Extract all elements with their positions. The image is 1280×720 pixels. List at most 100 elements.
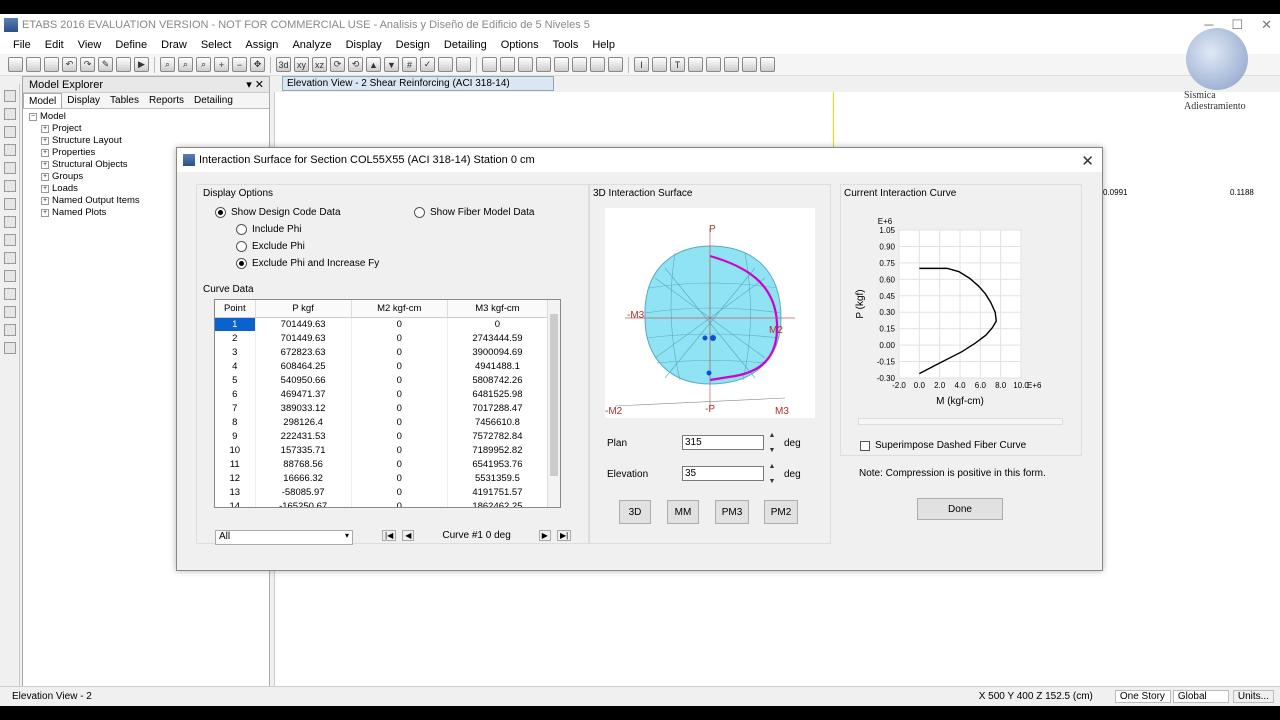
plan-view-icon[interactable]: xy bbox=[294, 57, 309, 72]
explorer-close-icon[interactable]: ▾ ✕ bbox=[246, 78, 264, 91]
zoom-in-icon[interactable]: + bbox=[214, 57, 229, 72]
menu-display[interactable]: Display bbox=[339, 39, 389, 51]
expand-icon[interactable]: + bbox=[41, 137, 49, 145]
close-icon[interactable]: ✕ bbox=[1261, 17, 1272, 33]
view-3d-button[interactable]: 3D bbox=[619, 500, 651, 524]
menu-view[interactable]: View bbox=[71, 39, 109, 51]
draw-brace-icon[interactable] bbox=[4, 198, 16, 210]
tab-display[interactable]: Display bbox=[62, 93, 105, 108]
story-select[interactable]: One Story bbox=[1114, 690, 1171, 703]
spin-down-icon[interactable]: ▼ bbox=[769, 478, 776, 485]
curve-data-table[interactable]: Point P kgf M2 kgf-cm M3 kgf-cm 1 701449.… bbox=[214, 299, 561, 508]
tee-icon[interactable]: T bbox=[670, 57, 685, 72]
brace-icon[interactable] bbox=[500, 57, 515, 72]
view-mm-button[interactable]: MM bbox=[667, 500, 699, 524]
expand-icon[interactable]: + bbox=[41, 161, 49, 169]
table-row[interactable]: 10 157335.71 0 7189952.82 bbox=[215, 443, 549, 457]
brush-icon[interactable] bbox=[742, 57, 757, 72]
menu-file[interactable]: File bbox=[6, 39, 38, 51]
tab-detailing[interactable]: Detailing bbox=[189, 93, 238, 108]
slab-icon[interactable] bbox=[536, 57, 551, 72]
mesh-icon[interactable] bbox=[608, 57, 623, 72]
expand-icon[interactable]: + bbox=[41, 125, 49, 133]
menu-edit[interactable]: Edit bbox=[38, 39, 71, 51]
zoom-window-icon[interactable]: ⌕ bbox=[160, 57, 175, 72]
tree-root[interactable]: − Model bbox=[29, 111, 263, 123]
table-row[interactable]: 2 701449.63 0 2743444.59 bbox=[215, 331, 549, 345]
collapse-icon[interactable]: − bbox=[29, 113, 37, 121]
frame-icon[interactable] bbox=[482, 57, 497, 72]
elev-view-icon[interactable]: xz bbox=[312, 57, 327, 72]
draw-beam-icon[interactable] bbox=[4, 180, 16, 192]
section-i-icon[interactable]: I bbox=[634, 57, 649, 72]
table-row[interactable]: 11 88768.56 0 6541953.76 bbox=[215, 457, 549, 471]
rotate-icon[interactable]: ⟳ bbox=[330, 57, 345, 72]
last-curve-icon[interactable]: ▶| bbox=[556, 530, 572, 541]
table-row[interactable]: 5 540950.66 0 5808742.26 bbox=[215, 373, 549, 387]
table-row[interactable]: 8 298126.4 0 7456610.8 bbox=[215, 415, 549, 429]
draw-tendon-icon[interactable] bbox=[4, 288, 16, 300]
done-button[interactable]: Done bbox=[917, 498, 1003, 520]
menu-define[interactable]: Define bbox=[108, 39, 154, 51]
new-icon[interactable] bbox=[8, 57, 23, 72]
scroll-thumb[interactable] bbox=[550, 314, 558, 476]
next-curve-icon[interactable]: ▶ bbox=[538, 530, 551, 541]
exclude-phi-radio[interactable]: Exclude Phi bbox=[236, 241, 305, 252]
menu-draw[interactable]: Draw bbox=[154, 39, 194, 51]
pointer-icon[interactable] bbox=[4, 90, 16, 102]
superimpose-checkbox[interactable]: Superimpose Dashed Fiber Curve bbox=[860, 440, 1026, 451]
expand-icon[interactable]: + bbox=[41, 209, 49, 217]
curve-filter-select[interactable]: All ▾ bbox=[215, 530, 353, 545]
down-icon[interactable]: ▼ bbox=[384, 57, 399, 72]
coord-system-select[interactable]: Global bbox=[1172, 690, 1229, 703]
grid2-icon[interactable] bbox=[760, 57, 775, 72]
maximize-icon[interactable]: ☐ bbox=[1231, 17, 1243, 33]
menu-options[interactable]: Options bbox=[494, 39, 546, 51]
rotate2-icon[interactable]: ⟲ bbox=[348, 57, 363, 72]
spin-up-icon[interactable]: ▲ bbox=[769, 463, 776, 470]
units-button[interactable]: Units... bbox=[1232, 690, 1274, 703]
plan-input[interactable]: 315 bbox=[682, 435, 764, 450]
expand-icon[interactable]: + bbox=[41, 185, 49, 193]
plan-spinner[interactable]: ▲ ▼ bbox=[767, 432, 777, 454]
tree-item-project[interactable]: + Project bbox=[29, 123, 263, 135]
first-curve-icon[interactable]: |◀ bbox=[382, 530, 397, 541]
spin-down-icon[interactable]: ▼ bbox=[769, 447, 776, 454]
exclude-phi-fy-radio[interactable]: Exclude Phi and Increase Fy bbox=[236, 258, 379, 269]
elevation-input[interactable]: 35 bbox=[682, 466, 764, 481]
draw-column-icon[interactable] bbox=[4, 162, 16, 174]
reshape-icon[interactable] bbox=[4, 108, 16, 120]
zoom-rubber-icon[interactable]: ⌕ bbox=[178, 57, 193, 72]
tab-model[interactable]: Model bbox=[23, 93, 63, 108]
menu-select[interactable]: Select bbox=[194, 39, 239, 51]
expand-icon[interactable]: + bbox=[41, 173, 49, 181]
table-scrollbar[interactable] bbox=[547, 300, 560, 507]
open-icon[interactable] bbox=[26, 57, 41, 72]
draw-grid-icon[interactable] bbox=[4, 324, 16, 336]
table-row[interactable]: 3 672823.63 0 3900094.69 bbox=[215, 345, 549, 359]
snap-icon[interactable] bbox=[4, 342, 16, 354]
run-icon[interactable]: ▶ bbox=[134, 57, 149, 72]
view-pm3-button[interactable]: PM3 bbox=[715, 500, 749, 524]
table-row[interactable]: 4 608464.25 0 4941488.1 bbox=[215, 359, 549, 373]
menu-design[interactable]: Design bbox=[389, 39, 437, 51]
pan-icon[interactable]: ✥ bbox=[250, 57, 265, 72]
expand-icon[interactable]: + bbox=[41, 149, 49, 157]
dialog-close-icon[interactable]: ✕ bbox=[1081, 152, 1094, 170]
grid-icon[interactable]: # bbox=[402, 57, 417, 72]
up-icon[interactable]: ▲ bbox=[366, 57, 381, 72]
table-row[interactable]: 12 16666.32 0 5531359.5 bbox=[215, 471, 549, 485]
elevation-spinner[interactable]: ▲ ▼ bbox=[767, 463, 777, 485]
draw-wall-icon[interactable] bbox=[4, 234, 16, 246]
load-icon[interactable] bbox=[590, 57, 605, 72]
draw-link-icon[interactable] bbox=[4, 270, 16, 282]
table-row[interactable]: 6 469471.37 0 6481525.98 bbox=[215, 387, 549, 401]
menu-help[interactable]: Help bbox=[585, 39, 622, 51]
draw-floor-icon[interactable] bbox=[4, 216, 16, 228]
draw-point-icon[interactable] bbox=[4, 126, 16, 138]
show-design-code-radio[interactable]: Show Design Code Data bbox=[215, 207, 341, 218]
hatch-icon[interactable] bbox=[706, 57, 721, 72]
draw-frame-icon[interactable] bbox=[4, 144, 16, 156]
tab-tables[interactable]: Tables bbox=[105, 93, 144, 108]
rect-icon[interactable] bbox=[724, 57, 739, 72]
